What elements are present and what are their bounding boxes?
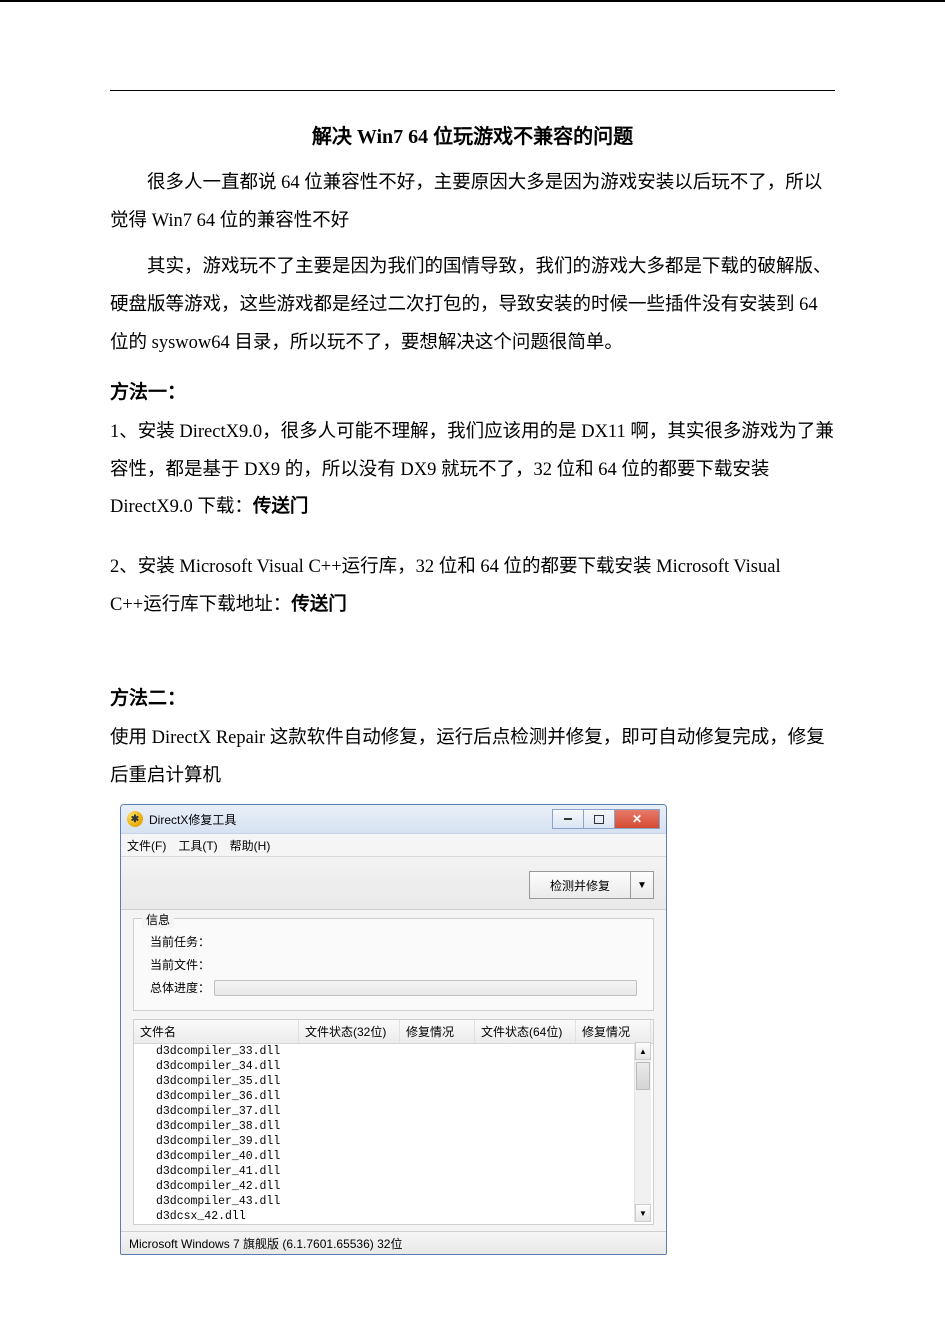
progress-label: 总体进度：: [150, 979, 214, 996]
table-row[interactable]: d3dcompiler_42.dll: [134, 1179, 653, 1194]
minimize-icon: [564, 818, 572, 820]
menubar: 文件(F) 工具(T) 帮助(H): [121, 834, 666, 857]
table-row[interactable]: d3dcompiler_33.dll: [134, 1044, 653, 1059]
current-file-label: 当前文件：: [150, 956, 214, 973]
table-row[interactable]: d3dcompiler_34.dll: [134, 1059, 653, 1074]
scroll-thumb[interactable]: [636, 1062, 650, 1090]
info-group: 信息 当前任务： 当前文件： 总体进度：: [133, 918, 654, 1011]
info-group-legend: 信息: [142, 911, 174, 928]
method1-step2-text: 2、安装 Microsoft Visual C++运行库，32 位和 64 位的…: [110, 557, 781, 615]
table-body: d3dcompiler_33.dll d3dcompiler_34.dll d3…: [134, 1044, 653, 1224]
table-header: 文件名 文件状态(32位) 修复情况 文件状态(64位) 修复情况: [134, 1020, 653, 1044]
table-row[interactable]: d3dcompiler_35.dll: [134, 1074, 653, 1089]
maximize-icon: [594, 815, 604, 824]
status-text: Microsoft Windows 7 旗舰版 (6.1.7601.65536)…: [129, 1235, 402, 1252]
close-icon: ✕: [632, 812, 642, 826]
minimize-button[interactable]: [552, 809, 584, 829]
window-title: DirectX修复工具: [149, 811, 552, 828]
method1-step2: 2、安装 Microsoft Visual C++运行库，32 位和 64 位的…: [110, 549, 835, 625]
table-row[interactable]: d3dcompiler_37.dll: [134, 1104, 653, 1119]
current-task-label: 当前任务：: [150, 933, 214, 950]
table-row[interactable]: d3dcompiler_39.dll: [134, 1134, 653, 1149]
intro-paragraph-2: 其实，游戏玩不了主要是因为我们的国情导致，我们的游戏大多都是下载的破解版、硬盘版…: [110, 249, 835, 363]
progress-bar: [214, 980, 637, 996]
method1-step1-text: 1、安装 DirectX9.0，很多人可能不理解，我们应该用的是 DX11 啊，…: [110, 422, 834, 518]
table-row[interactable]: d3dcompiler_36.dll: [134, 1089, 653, 1104]
col-fix-64[interactable]: 修复情况: [576, 1020, 651, 1043]
col-status-64[interactable]: 文件状态(64位): [475, 1020, 576, 1043]
page-title: 解决 Win7 64 位玩游戏不兼容的问题: [110, 120, 835, 149]
col-fix-32[interactable]: 修复情况: [400, 1020, 475, 1043]
table-row[interactable]: d3dcsx_42.dll: [134, 1209, 653, 1224]
directx-repair-window: ✱ DirectX修复工具 ✕ 文件(F) 工具(T) 帮助(H) 检测并修复 …: [120, 804, 667, 1255]
method1-step1: 1、安装 DirectX9.0，很多人可能不理解，我们应该用的是 DX11 啊，…: [110, 414, 835, 528]
maximize-button[interactable]: [584, 809, 615, 829]
menu-file[interactable]: 文件(F): [127, 837, 166, 854]
portal-link-2[interactable]: 传送门: [291, 595, 347, 615]
menu-tools[interactable]: 工具(T): [178, 837, 217, 854]
table-row[interactable]: d3dcompiler_41.dll: [134, 1164, 653, 1179]
method1-heading: 方法一：: [110, 377, 835, 404]
col-filename[interactable]: 文件名: [134, 1020, 299, 1043]
close-button[interactable]: ✕: [615, 809, 660, 829]
table-row[interactable]: d3dcompiler_40.dll: [134, 1149, 653, 1164]
status-bar: Microsoft Windows 7 旗舰版 (6.1.7601.65536)…: [121, 1231, 666, 1254]
intro-paragraph-1: 很多人一直都说 64 位兼容性不好，主要原因大多是因为游戏安装以后玩不了，所以觉…: [110, 165, 835, 241]
table-row[interactable]: d3dcompiler_43.dll: [134, 1194, 653, 1209]
method2-paragraph: 使用 DirectX Repair 这款软件自动修复，运行后点检测并修复，即可自…: [110, 720, 835, 796]
menu-help[interactable]: 帮助(H): [230, 837, 271, 854]
scroll-up-icon[interactable]: ▲: [635, 1042, 651, 1060]
scroll-down-icon[interactable]: ▼: [635, 1204, 651, 1222]
detect-repair-dropdown[interactable]: ▼: [631, 871, 654, 899]
app-icon: ✱: [127, 811, 143, 827]
file-table: 文件名 文件状态(32位) 修复情况 文件状态(64位) 修复情况 d3dcom…: [133, 1019, 654, 1225]
toolbar: 检测并修复 ▼: [121, 857, 666, 910]
col-status-32[interactable]: 文件状态(32位): [299, 1020, 400, 1043]
portal-link-1[interactable]: 传送门: [253, 497, 309, 517]
method2-heading: 方法二：: [110, 683, 835, 710]
table-row[interactable]: d3dcompiler_38.dll: [134, 1119, 653, 1134]
scrollbar[interactable]: ▲ ▼: [634, 1042, 651, 1222]
titlebar[interactable]: ✱ DirectX修复工具 ✕: [121, 805, 666, 834]
detect-repair-button[interactable]: 检测并修复: [529, 871, 631, 899]
